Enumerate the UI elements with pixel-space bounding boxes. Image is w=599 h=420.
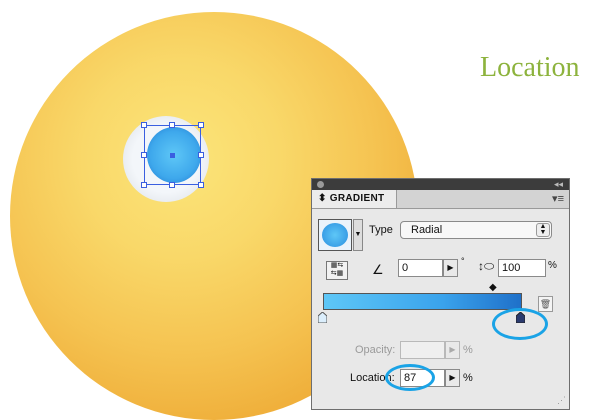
- resize-handle-middle-right[interactable]: [198, 152, 204, 158]
- gradient-midpoint-diamond[interactable]: ◆: [489, 282, 497, 293]
- type-select[interactable]: Radial ▲ ▼: [400, 221, 552, 239]
- location-dropdown-arrow[interactable]: ▶: [445, 369, 460, 387]
- location-unit: %: [463, 372, 473, 384]
- resize-handle-bottom-left[interactable]: [141, 182, 147, 188]
- resize-handle-middle-left[interactable]: [141, 152, 147, 158]
- angle-icon: ∠: [372, 262, 384, 277]
- panel-menu-icon[interactable]: ▾≡: [552, 192, 564, 205]
- opacity-field[interactable]: [400, 341, 445, 359]
- gradient-swatch-dropdown-arrow[interactable]: ▼: [353, 219, 363, 251]
- type-select-value: Radial: [411, 224, 443, 236]
- angle-unit: °: [461, 256, 465, 266]
- expand-collapse-icon[interactable]: ⬍: [318, 193, 327, 204]
- angle-dropdown-arrow[interactable]: ▶: [443, 259, 458, 277]
- highlight-ring-location: [385, 364, 435, 391]
- panel-tab-row: ⬍ GRADIENT ▾≡: [312, 190, 569, 209]
- resize-handle-top-right[interactable]: [198, 122, 204, 128]
- collapse-panel-icon[interactable]: ◂◂: [554, 179, 563, 190]
- delete-stop-icon[interactable]: 🗑: [538, 296, 553, 312]
- aspect-ratio-field[interactable]: 100: [498, 259, 546, 277]
- aspect-ratio-unit: %: [548, 260, 557, 271]
- opacity-unit: %: [463, 344, 473, 356]
- opacity-label: Opacity:: [355, 344, 396, 356]
- resize-handle-top-middle[interactable]: [169, 122, 175, 128]
- resize-handle-top-left[interactable]: [141, 122, 147, 128]
- tab-gradient-label: GRADIENT: [329, 193, 385, 204]
- highlight-ring-stop: [492, 308, 548, 340]
- type-label: Type: [369, 224, 393, 236]
- tab-gradient[interactable]: ⬍ GRADIENT: [312, 190, 397, 208]
- aspect-ratio-icon: ↕⬭: [478, 259, 495, 273]
- gradient-panel: ◂◂ ⬍ GRADIENT ▾≡ ▼ Type Radial ▲ ▼ ▦⇆ ⇆▦ ∠…: [311, 178, 570, 410]
- center-point-marker: [170, 153, 175, 158]
- resize-handle-bottom-right[interactable]: [198, 182, 204, 188]
- gradient-swatch-preview: [322, 223, 348, 247]
- resize-grip-icon[interactable]: ⋰: [557, 395, 566, 406]
- angle-field[interactable]: 0: [398, 259, 443, 277]
- gradient-fill-swatch[interactable]: [318, 219, 352, 251]
- opacity-dropdown-arrow[interactable]: ▶: [445, 341, 460, 359]
- close-icon[interactable]: [317, 181, 324, 188]
- gradient-slider-bar[interactable]: [323, 293, 522, 310]
- reverse-gradient-button[interactable]: ▦⇆ ⇆▦: [326, 261, 348, 280]
- resize-handle-bottom-middle[interactable]: [169, 182, 175, 188]
- select-arrows-icon[interactable]: ▲ ▼: [536, 223, 550, 237]
- panel-titlebar[interactable]: ◂◂: [312, 179, 569, 190]
- color-stop-left[interactable]: [318, 312, 327, 323]
- page-heading: Location: [480, 52, 580, 83]
